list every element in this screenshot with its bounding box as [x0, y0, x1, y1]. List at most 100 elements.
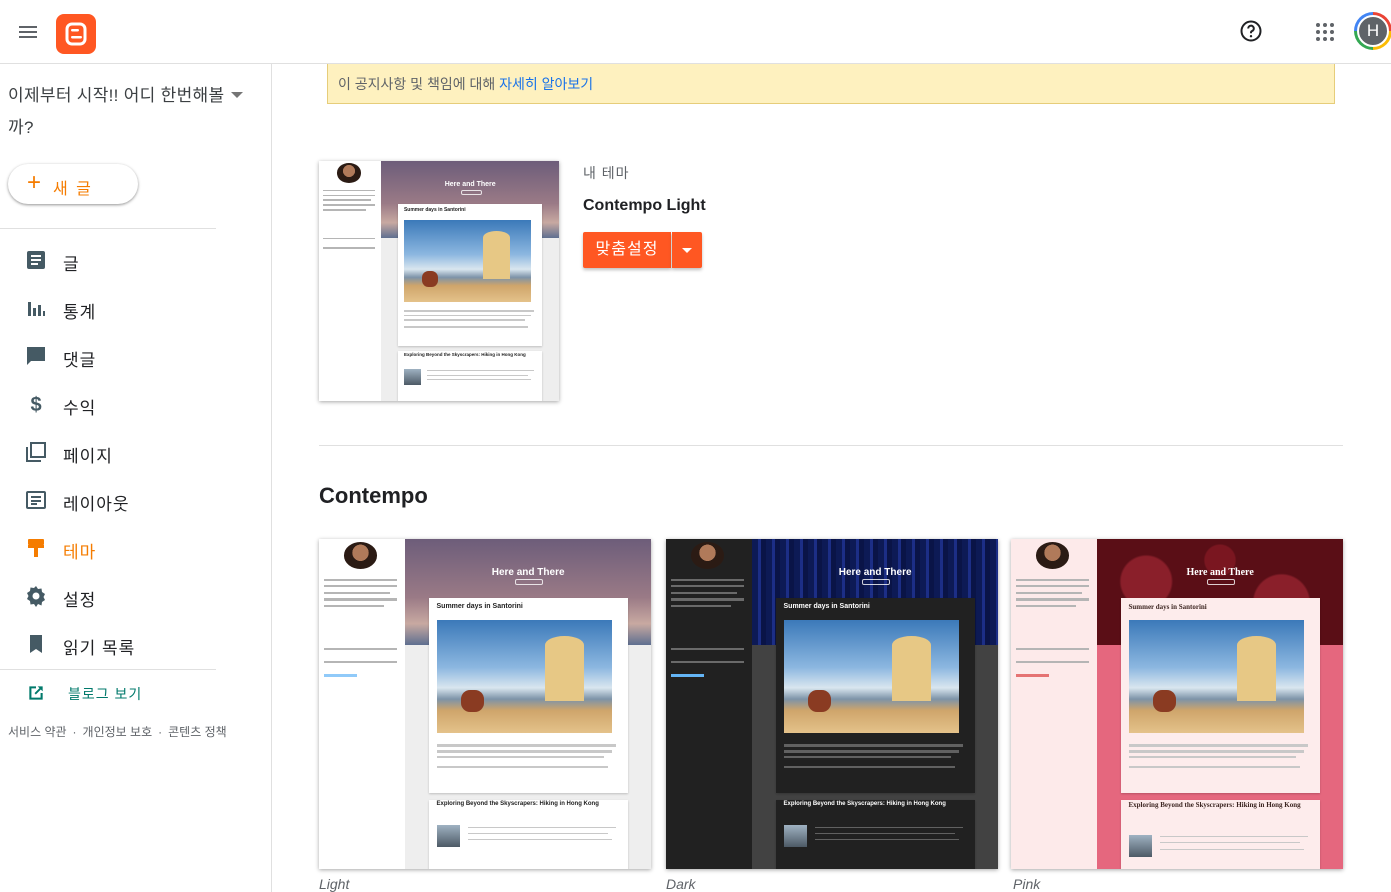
sidebar-item-theme[interactable]: 테마 — [0, 524, 272, 572]
comments-icon — [27, 347, 45, 365]
sidebar-item-label: 글 — [63, 255, 80, 274]
theme-preview-pink: Here and There Summer days in Santorini … — [1011, 539, 1343, 869]
theme-card-dark[interactable]: Here and There Summer days in Santorini … — [666, 539, 998, 869]
sidebar-item-label: 통계 — [63, 303, 97, 322]
preview-text-line — [403, 310, 534, 313]
preview-text-line — [403, 325, 528, 328]
stats-icon — [28, 302, 45, 316]
preview-post-title: Exploring Beyond the Skyscrapers: Hiking… — [783, 801, 946, 808]
sidebar-item-label: 설정 — [63, 591, 97, 610]
preview-post-title: Exploring Beyond the Skyscrapers: Hiking… — [1128, 801, 1301, 810]
sidebar-item-earnings[interactable]: $ 수익 — [0, 380, 272, 428]
preview-text-line — [1160, 842, 1300, 844]
preview-text-line — [815, 839, 959, 841]
learn-more-link[interactable]: 자세히 알아보기 — [499, 76, 593, 92]
notice-banner: 이 공지사항 및 책임에 대해 자세히 알아보기 — [327, 64, 1335, 104]
layout-icon — [26, 491, 46, 509]
sidebar-item-pages[interactable]: 페이지 — [0, 428, 272, 476]
preview-sidebar-text — [323, 585, 397, 588]
preview-blog-title: Here and There — [838, 567, 912, 579]
preview-urn — [461, 689, 484, 713]
preview-santorini-photo — [436, 619, 612, 733]
theme-preview-light: Here and There Summer days in Santorini … — [319, 161, 559, 401]
my-theme-label: 내 테마 — [583, 165, 630, 181]
preview-text-line — [468, 826, 616, 828]
theme-name-light: Light — [319, 876, 350, 892]
content-policy-link[interactable]: 콘텐츠 정책 — [168, 725, 227, 739]
preview-text-line — [426, 379, 531, 381]
preview-text-line — [1128, 750, 1304, 753]
preview-sidebar — [666, 539, 753, 869]
preview-text-line — [436, 750, 612, 753]
preview-post-card: Exploring Beyond the Skyscrapers: Hiking… — [398, 350, 543, 401]
preview-santorini-photo — [1128, 619, 1304, 733]
dropdown-arrow-icon — [682, 248, 692, 253]
preview-text-line — [436, 756, 604, 759]
view-blog-link[interactable]: 블로그 보기 — [0, 676, 272, 710]
preview-text-line — [1160, 848, 1304, 850]
preview-sidebar-text — [323, 605, 384, 608]
preview-subscribe-button — [861, 578, 891, 586]
preview-sidebar-text — [670, 647, 744, 651]
preview-text-line — [403, 318, 525, 321]
preview-text-line — [403, 314, 531, 317]
preview-author-avatar — [337, 163, 361, 183]
svg-text:$: $ — [30, 394, 41, 416]
account-avatar[interactable]: H — [1354, 12, 1391, 50]
sidebar-item-reading-list[interactable]: 읽기 목록 — [0, 620, 272, 668]
customize-button[interactable]: 맞춤설정 — [583, 232, 671, 268]
preview-sidebar — [319, 539, 406, 869]
preview-sidebar-text — [1015, 578, 1089, 581]
preview-text-line — [783, 765, 955, 769]
preview-post-card: Exploring Beyond the Skyscrapers: Hiking… — [428, 799, 628, 869]
preview-blog-title: Here and There — [1186, 567, 1254, 579]
theme-paint-icon — [28, 539, 44, 557]
preview-text-line — [783, 756, 951, 759]
blogger-logo-icon[interactable] — [56, 14, 96, 54]
preview-post-card: Summer days in Santorini — [1120, 598, 1320, 794]
footer-separator: · — [158, 725, 163, 739]
preview-post-card: Summer days in Santorini — [775, 598, 975, 794]
sidebar-item-label: 페이지 — [63, 447, 113, 466]
theme-card-pink[interactable]: Here and There Summer days in Santorini … — [1011, 539, 1343, 869]
theme-preview-light: Here and There Summer days in Santorini … — [319, 539, 651, 869]
preview-hongkong-thumb — [783, 825, 808, 848]
privacy-link[interactable]: 개인정보 보호 — [83, 725, 153, 739]
preview-sidebar-text — [670, 605, 731, 608]
sidebar-divider — [0, 669, 216, 670]
sidebar-item-settings[interactable]: 설정 — [0, 572, 272, 620]
sidebar-item-posts[interactable]: 글 — [0, 236, 272, 284]
help-circle-icon[interactable] — [1239, 19, 1263, 43]
preview-sidebar-text — [670, 661, 744, 664]
preview-sidebar-link — [1015, 674, 1050, 677]
preview-sidebar-text — [322, 209, 366, 211]
sidebar-item-comments[interactable]: 댓글 — [0, 332, 272, 380]
new-post-button[interactable]: + 새 글 — [8, 164, 138, 204]
preview-text-line — [1160, 836, 1308, 838]
theme-card-light[interactable]: Here and There Summer days in Santorini … — [319, 539, 651, 869]
blog-title-selector[interactable]: 이제부터 시작!! 어디 한번해볼까? — [8, 80, 226, 144]
preview-sidebar-text — [322, 194, 376, 197]
preview-post-title: Summer days in Santorini — [783, 602, 870, 610]
apps-grid-icon[interactable] — [1313, 20, 1337, 44]
preview-windmill — [482, 231, 511, 279]
preview-sidebar-text — [322, 204, 376, 206]
preview-urn — [1153, 689, 1176, 713]
preview-sidebar-link — [670, 674, 705, 677]
preview-text-line — [436, 744, 616, 747]
terms-link[interactable]: 서비스 약관 — [8, 725, 67, 739]
blog-selector-caret-icon[interactable] — [231, 92, 243, 98]
preview-text-line — [815, 826, 963, 828]
preview-author-avatar — [343, 542, 378, 569]
sidebar-item-stats[interactable]: 통계 — [0, 284, 272, 332]
customize-dropdown-button[interactable] — [672, 232, 702, 268]
preview-subscribe-button — [460, 189, 482, 196]
sidebar-item-layout[interactable]: 레이아웃 — [0, 476, 272, 524]
preview-hongkong-thumb — [1128, 834, 1153, 857]
hamburger-menu-icon[interactable] — [16, 20, 40, 44]
current-theme-preview[interactable]: Here and There Summer days in Santorini … — [319, 161, 559, 401]
preview-sidebar-text — [670, 578, 744, 581]
theme-preview-dark: Here and There Summer days in Santorini … — [666, 539, 998, 869]
section-divider — [319, 445, 1343, 446]
preview-text-line — [468, 832, 608, 834]
